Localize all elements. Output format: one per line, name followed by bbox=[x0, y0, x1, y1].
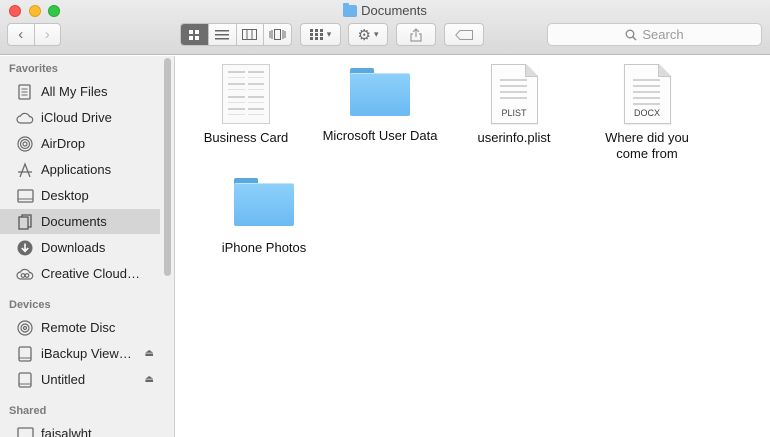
file-name: Microsoft User Data bbox=[322, 128, 438, 143]
list-view-button[interactable] bbox=[207, 24, 236, 45]
file-name: iPhone Photos bbox=[221, 240, 307, 255]
sidebar-item-label: iBackup View… bbox=[41, 346, 132, 361]
folder-icon bbox=[343, 2, 358, 17]
drive-icon bbox=[16, 371, 34, 389]
tag-icon bbox=[455, 29, 473, 40]
sidebar-item-applications[interactable]: Applications bbox=[0, 157, 160, 182]
section-header-devices: Devices bbox=[9, 299, 51, 311]
cover-flow-button[interactable] bbox=[263, 24, 291, 45]
view-mode-buttons bbox=[180, 23, 292, 46]
sidebar-item-label: Creative Cloud… bbox=[41, 266, 140, 281]
edit-tags-button[interactable] bbox=[444, 23, 484, 46]
gear-icon: ⚙ bbox=[357, 26, 371, 44]
eject-icon[interactable]: ⏏ bbox=[145, 374, 154, 385]
search-placeholder: Search bbox=[642, 27, 684, 42]
sidebar-item-label: iCloud Drive bbox=[41, 110, 112, 125]
sidebar-item-label: Downloads bbox=[41, 240, 106, 255]
file-extension: PLIST bbox=[501, 108, 527, 118]
icon-view-icon bbox=[189, 29, 200, 40]
file-item-microsoft-user-data[interactable]: Microsoft User Data bbox=[315, 68, 445, 144]
sidebar-item-label: Documents bbox=[41, 214, 107, 229]
arrange-button[interactable]: ▾ bbox=[300, 23, 341, 46]
sidebar-item-label: All My Files bbox=[41, 84, 108, 99]
cloud-icon bbox=[16, 109, 34, 127]
business-card-document-icon bbox=[222, 64, 270, 124]
applications-icon bbox=[16, 161, 34, 179]
sidebar-item-label: faisalwht bbox=[41, 426, 92, 437]
sidebar-item-airdrop[interactable]: AirDrop bbox=[0, 131, 160, 156]
file-name: Where did you come from bbox=[605, 130, 689, 161]
navigation-buttons: ‹ › bbox=[7, 23, 61, 46]
sidebar-scrollbar[interactable] bbox=[164, 58, 171, 276]
sidebar-item-ibackup-viewer[interactable]: iBackup View… ⏏ bbox=[0, 341, 160, 366]
window-title: Documents bbox=[361, 3, 427, 18]
action-button[interactable]: ⚙ ▾ bbox=[348, 23, 388, 46]
column-view-icon bbox=[242, 29, 258, 40]
list-view-icon bbox=[215, 29, 230, 39]
downloads-icon bbox=[16, 239, 34, 257]
window-toolbar: Documents ‹ › ▾ ⚙ ▾ Search bbox=[0, 0, 770, 55]
forward-button[interactable]: › bbox=[33, 24, 61, 45]
plist-document-icon: PLIST bbox=[490, 64, 538, 124]
file-browser: Business Card Microsoft User Data PLIST … bbox=[176, 56, 770, 437]
sidebar-item-label: Desktop bbox=[41, 188, 89, 203]
documents-icon bbox=[16, 213, 34, 231]
back-button[interactable]: ‹ bbox=[8, 24, 34, 45]
sidebar: Favorites All My Files iCloud Drive AirD… bbox=[0, 56, 175, 437]
sidebar-item-documents[interactable]: Documents bbox=[0, 209, 160, 234]
file-item-userinfo-plist[interactable]: PLIST userinfo.plist bbox=[449, 64, 579, 146]
sidebar-item-label: Untitled bbox=[41, 372, 86, 387]
sidebar-item-untitled[interactable]: Untitled ⏏ bbox=[0, 367, 160, 392]
sidebar-item-label: Applications bbox=[41, 162, 112, 177]
sidebar-item-downloads[interactable]: Downloads bbox=[0, 235, 160, 260]
file-name: Business Card bbox=[203, 130, 289, 145]
sidebar-item-desktop[interactable]: Desktop bbox=[0, 183, 160, 208]
network-computer-icon bbox=[16, 425, 34, 437]
folder-icon bbox=[234, 178, 294, 226]
airdrop-icon bbox=[16, 135, 34, 153]
drive-icon bbox=[16, 345, 34, 363]
sidebar-item-all-my-files[interactable]: All My Files bbox=[0, 79, 160, 104]
column-view-button[interactable] bbox=[235, 24, 264, 45]
chevron-right-icon: › bbox=[44, 26, 50, 43]
file-item-where-did-you-come-from[interactable]: DOCX Where did you come from bbox=[582, 64, 712, 162]
desktop-icon bbox=[16, 187, 34, 205]
file-item-iphone-photos[interactable]: iPhone Photos bbox=[199, 178, 329, 256]
chevron-down-icon: ▾ bbox=[373, 29, 379, 39]
eject-icon[interactable]: ⏏ bbox=[145, 348, 154, 359]
share-icon bbox=[410, 27, 422, 42]
creative-cloud-icon bbox=[16, 265, 34, 283]
sidebar-item-faisalwht[interactable]: faisalwht bbox=[0, 421, 160, 437]
section-header-favorites: Favorites bbox=[9, 63, 58, 75]
all-files-icon bbox=[16, 83, 34, 101]
arrange-grid-icon bbox=[309, 29, 323, 40]
disc-icon bbox=[16, 319, 34, 337]
sidebar-item-remote-disc[interactable]: Remote Disc bbox=[0, 315, 160, 340]
share-button[interactable] bbox=[396, 23, 436, 46]
chevron-down-icon: ▾ bbox=[326, 29, 332, 39]
search-field[interactable]: Search bbox=[547, 23, 762, 46]
cover-flow-icon bbox=[269, 29, 286, 40]
sidebar-item-icloud-drive[interactable]: iCloud Drive bbox=[0, 105, 160, 130]
sidebar-item-creative-cloud[interactable]: Creative Cloud… bbox=[0, 261, 160, 286]
file-extension: DOCX bbox=[633, 108, 660, 118]
window-title-area: Documents bbox=[0, 2, 770, 18]
sidebar-item-label: Remote Disc bbox=[41, 320, 116, 335]
chevron-left-icon: ‹ bbox=[18, 26, 24, 43]
section-header-shared: Shared bbox=[9, 405, 47, 417]
search-icon bbox=[625, 29, 637, 41]
folder-icon bbox=[350, 68, 410, 116]
icon-view-button[interactable] bbox=[181, 24, 208, 45]
file-name: userinfo.plist bbox=[477, 130, 551, 145]
docx-document-icon: DOCX bbox=[623, 64, 671, 124]
sidebar-item-label: AirDrop bbox=[41, 136, 86, 151]
file-item-business-card[interactable]: Business Card bbox=[181, 64, 311, 146]
